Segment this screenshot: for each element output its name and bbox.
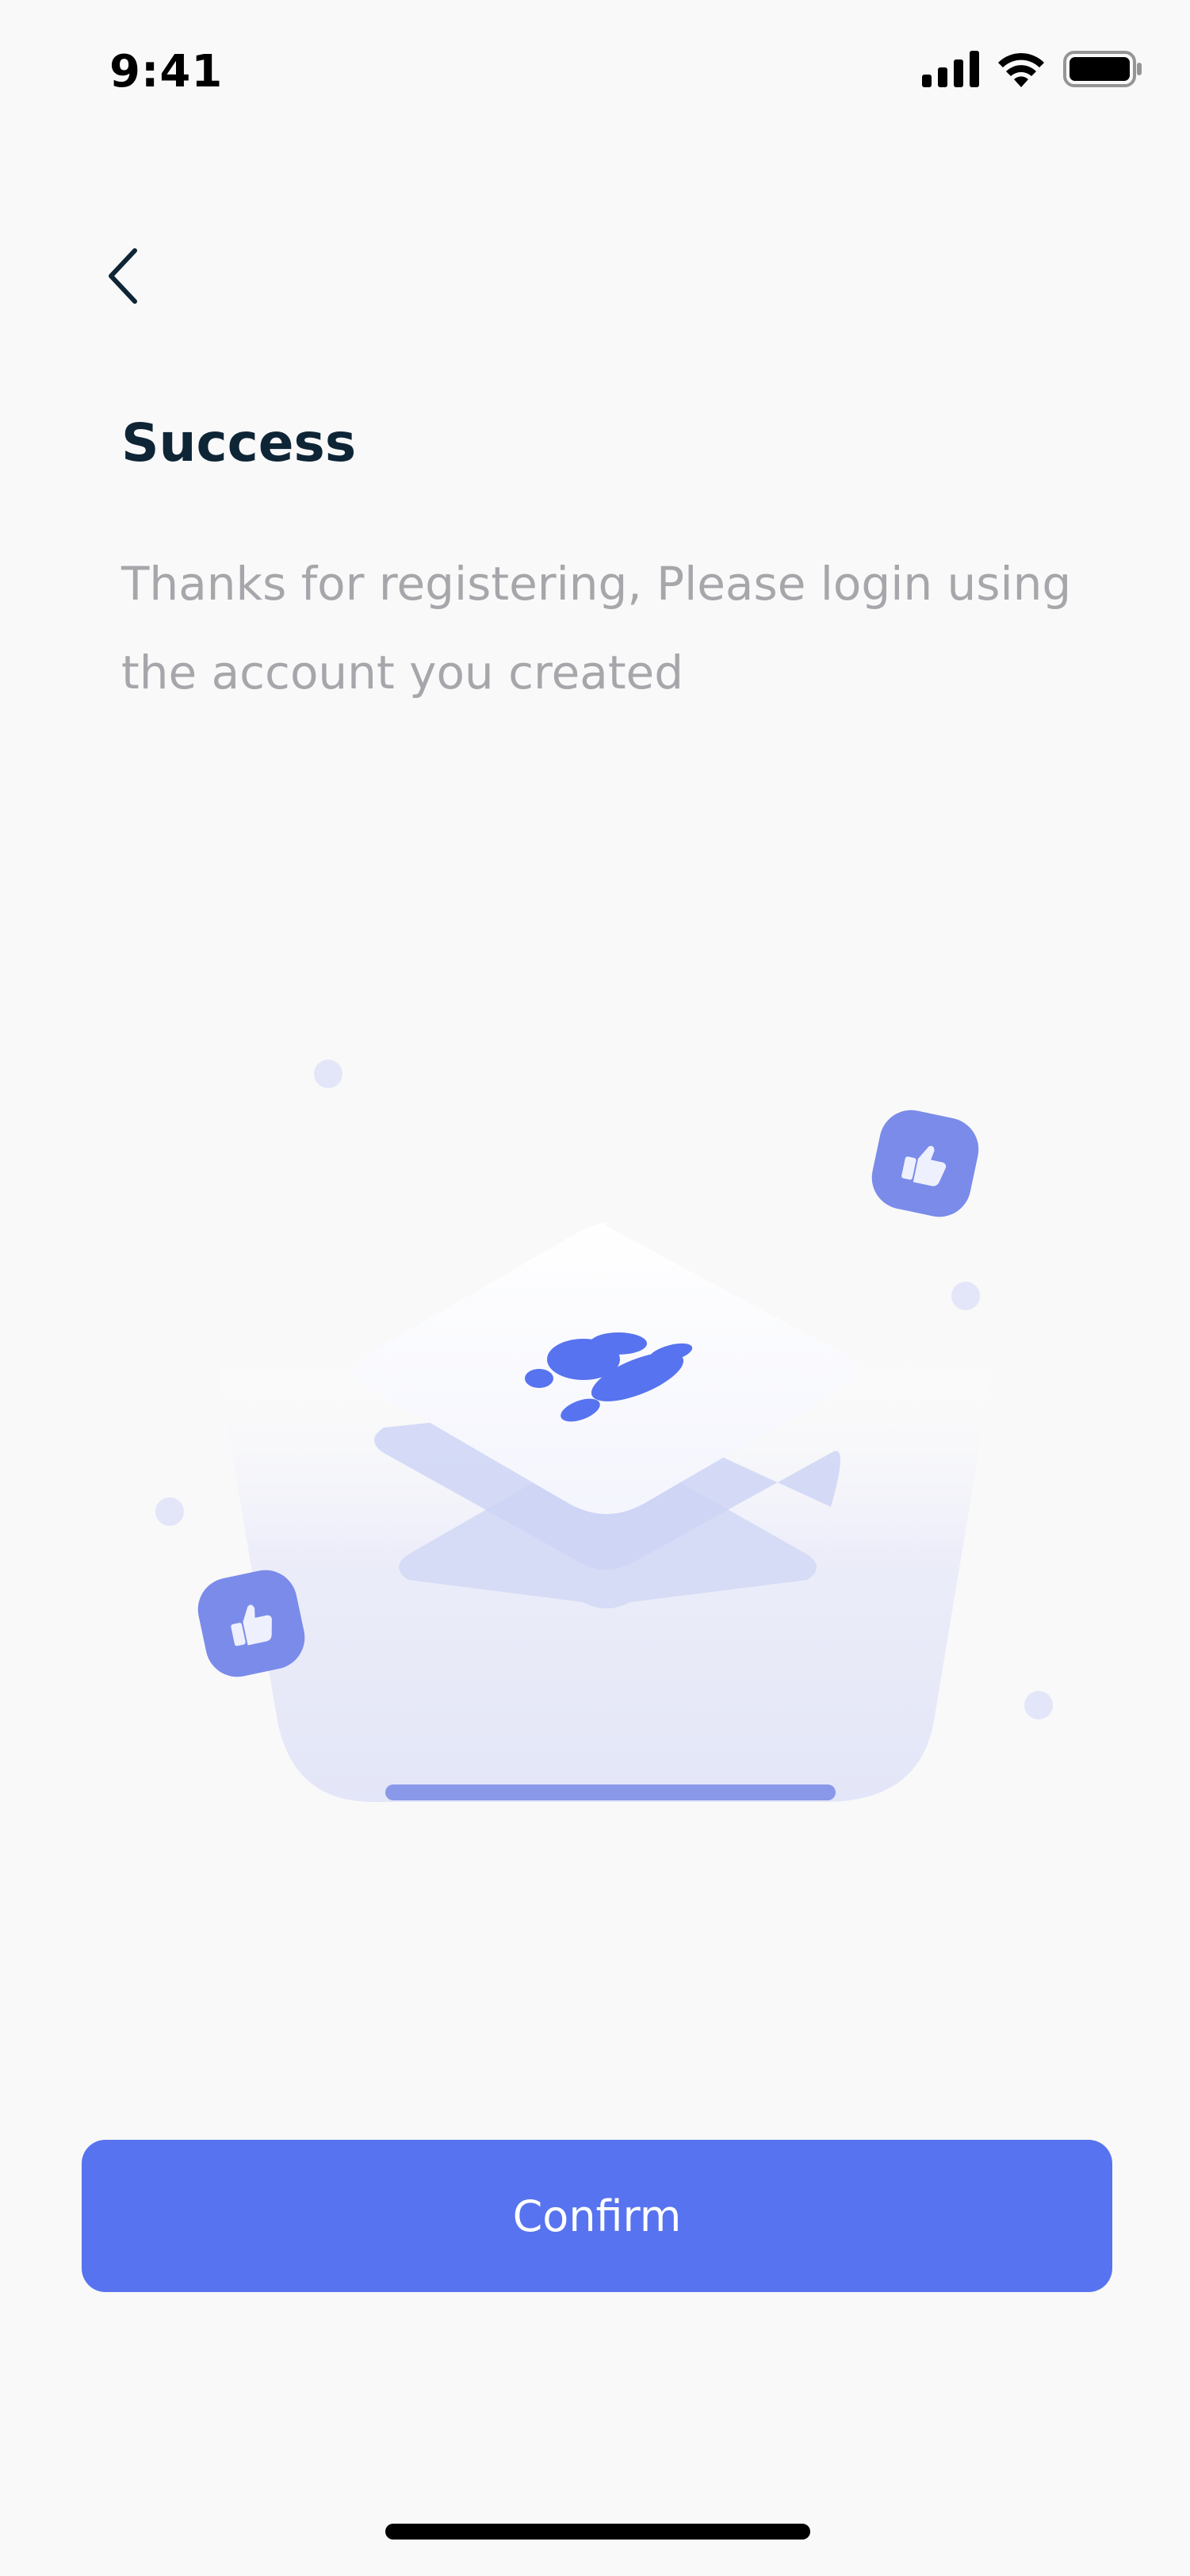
cellular-signal-icon [922, 51, 979, 87]
decor-dot [1024, 1691, 1053, 1719]
battery-icon [1063, 51, 1142, 87]
confirm-button[interactable]: Confirm [82, 2140, 1112, 2292]
status-bar: 9:41 [0, 0, 1190, 151]
decor-dot [155, 1497, 184, 1526]
success-illustration [0, 1015, 1190, 1840]
chevron-left-icon [109, 248, 137, 304]
decor-dot [951, 1282, 980, 1310]
status-time: 9:41 [109, 46, 224, 98]
box-base-bar [385, 1784, 836, 1800]
thumbs-up-badge-right [871, 1110, 979, 1217]
page-title: Success [121, 412, 357, 473]
home-indicator[interactable] [385, 2524, 810, 2540]
back-button[interactable] [87, 228, 159, 324]
status-icons [922, 51, 1142, 87]
success-message: Thanks for registering, Please login usi… [121, 557, 1072, 700]
decor-dot [314, 1060, 342, 1088]
wifi-icon [998, 52, 1044, 87]
illustration-graphic [155, 1060, 1053, 1802]
